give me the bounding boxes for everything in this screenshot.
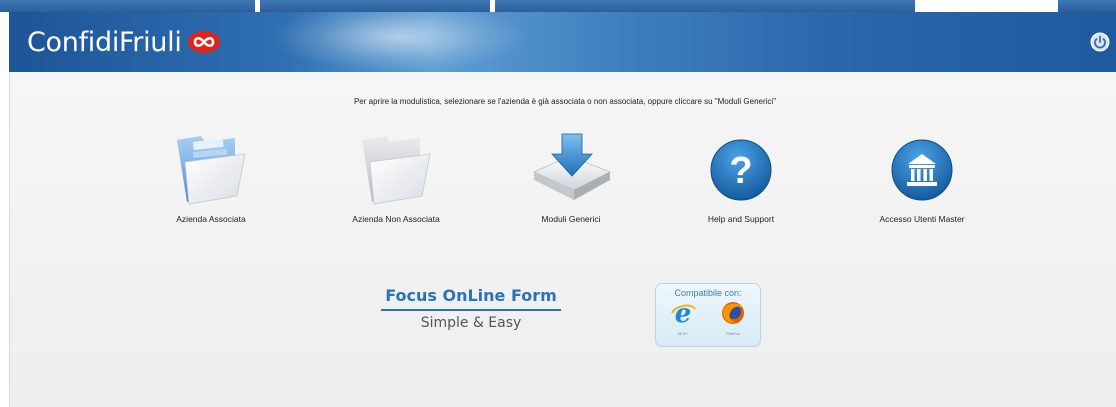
tile-label: Accesso Utenti Master xyxy=(879,214,965,224)
tile-accesso-utenti-master[interactable]: Accesso Utenti Master xyxy=(852,132,992,224)
internet-explorer-icon: e xyxy=(671,299,696,329)
logo[interactable]: ConfidiFriuli xyxy=(27,25,222,59)
compatibility-box: Compatibile con: e IE 9+ FireFox xyxy=(655,283,761,347)
browser-label: FireFox xyxy=(726,331,740,336)
question-mark-icon: ? xyxy=(710,139,772,201)
top-strip xyxy=(0,0,1116,12)
main-panel: Per aprire la modulistica, selezionare s… xyxy=(9,72,1116,407)
browser-firefox: FireFox xyxy=(718,301,748,336)
browser-ie: e IE 9+ xyxy=(668,299,698,336)
focus-divider xyxy=(381,309,561,311)
logo-text: ConfidiFriuli xyxy=(27,26,182,58)
tile-label: Azienda Non Associata xyxy=(352,214,440,224)
download-drive-icon xyxy=(533,133,611,200)
power-icon[interactable] xyxy=(1090,32,1110,52)
focus-title: Focus OnLine Form xyxy=(385,286,557,305)
focus-online-form-logo: Focus OnLine Form Simple & Easy xyxy=(378,286,564,331)
firefox-icon xyxy=(722,302,744,324)
tile-help-and-support[interactable]: ? Help and Support xyxy=(671,132,811,224)
infinity-logo-icon xyxy=(187,31,220,53)
instruction-text: Per aprire la modulistica, selezionare s… xyxy=(353,97,777,106)
tile-label: Moduli Generici xyxy=(541,214,601,224)
browser-label: IE 9+ xyxy=(678,331,688,336)
blue-folder-icon xyxy=(177,136,246,205)
tile-moduli-generici[interactable]: Moduli Generici xyxy=(501,132,641,224)
header-banner: ConfidiFriuli xyxy=(9,12,1116,72)
focus-subtitle: Simple & Easy xyxy=(420,315,522,331)
tile-label: Help and Support xyxy=(707,214,775,224)
tile-label: Azienda Associata xyxy=(176,214,246,224)
svg-text:?: ? xyxy=(729,150,752,192)
compat-title: Compatibile con: xyxy=(674,288,742,298)
bank-building-icon xyxy=(891,139,953,201)
grey-folder-icon xyxy=(362,136,431,205)
tile-azienda-non-associata[interactable]: Azienda Non Associata xyxy=(326,132,466,224)
tile-azienda-associata[interactable]: Azienda Associata xyxy=(141,132,281,224)
